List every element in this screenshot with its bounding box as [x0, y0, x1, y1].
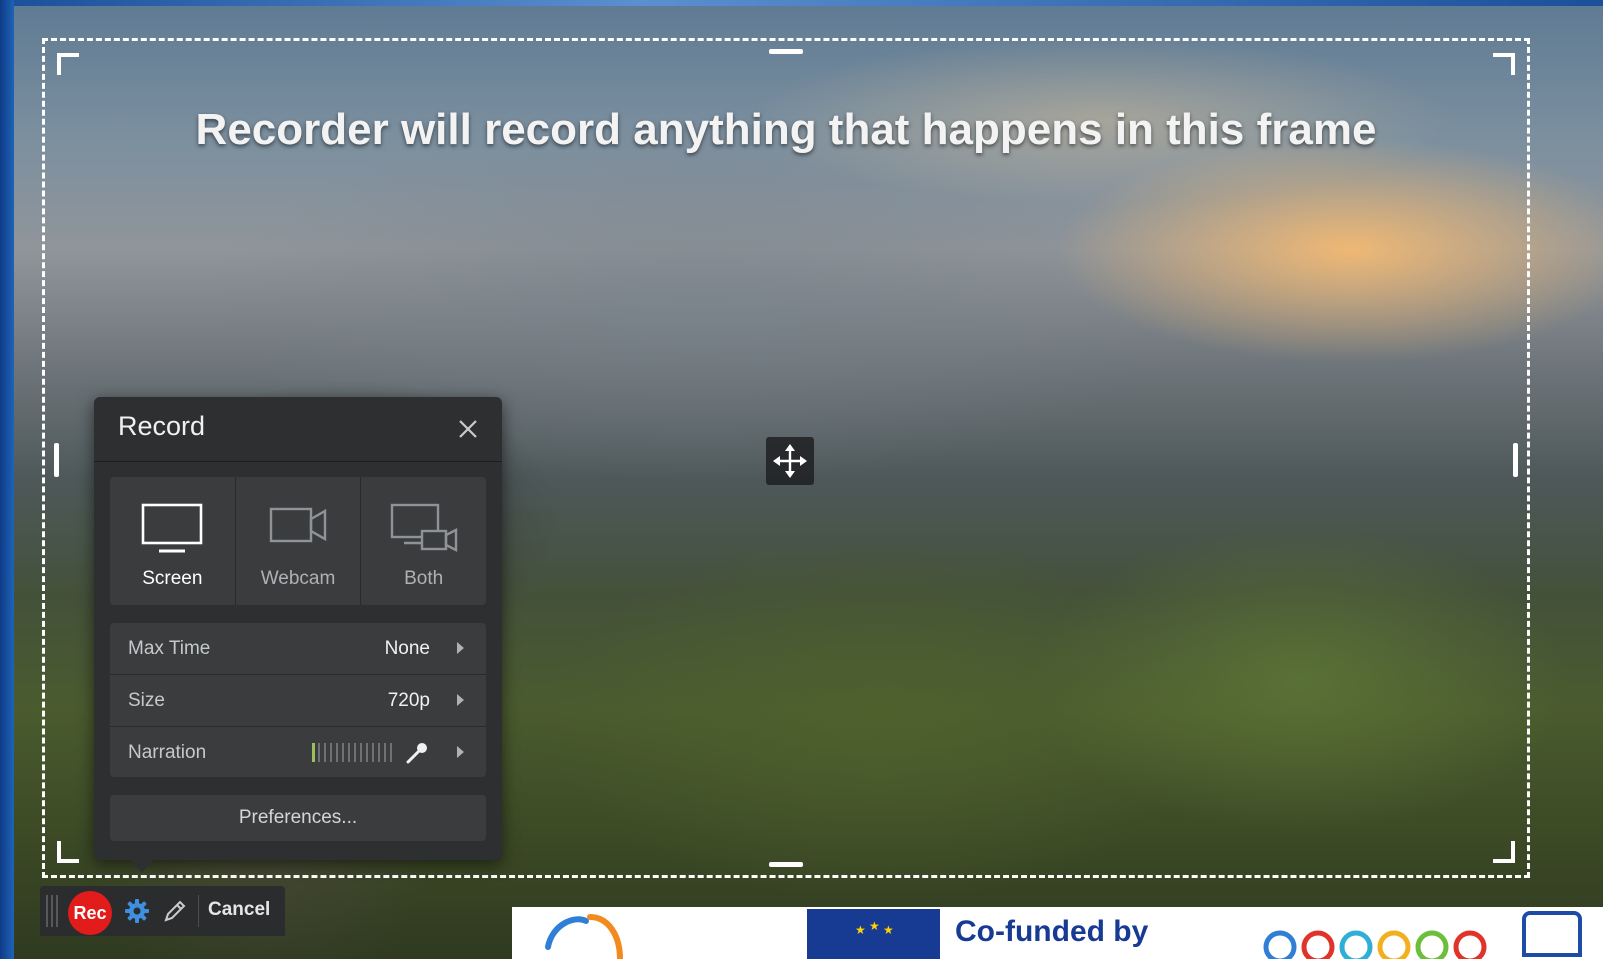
max-time-setting[interactable]: Max Time None: [110, 623, 486, 675]
move-frame-handle[interactable]: [766, 437, 814, 485]
eu-flag-icon: ★ ★ ★: [807, 909, 940, 959]
screen-webcam-icon: [390, 503, 457, 552]
audio-level-meter: [312, 743, 392, 762]
partner-logo-icon: [1263, 930, 1487, 959]
mode-webcam-button[interactable]: Webcam: [236, 477, 362, 605]
resize-handle-left[interactable]: [54, 443, 59, 477]
resize-handle-top-left[interactable]: [57, 53, 79, 75]
drag-grip-handle[interactable]: [46, 895, 60, 927]
mode-screen-label: Screen: [142, 568, 203, 589]
project-logo-icon: [545, 914, 623, 959]
narration-setting[interactable]: Narration: [110, 727, 486, 777]
resize-handle-top[interactable]: [769, 49, 803, 54]
move-arrows-icon: [773, 444, 807, 478]
cofunded-text: Co-funded by: [955, 915, 1149, 948]
recorder-toolbar: Rec Cancel: [40, 886, 285, 936]
resize-handle-top-right[interactable]: [1493, 53, 1515, 75]
preferences-button[interactable]: Preferences...: [110, 795, 486, 841]
record-panel-title: Record: [118, 411, 206, 441]
monitor-icon: [142, 503, 203, 553]
chevron-right-icon: [457, 642, 464, 654]
webcam-icon: [269, 507, 327, 543]
mode-both-button[interactable]: Both: [361, 477, 486, 605]
size-label: Size: [128, 690, 165, 711]
funding-banner: ★ ★ ★ Co-funded by: [512, 907, 1603, 959]
cancel-button[interactable]: Cancel: [208, 899, 270, 921]
resize-handle-bottom-left[interactable]: [57, 841, 79, 863]
microphone-icon: [406, 743, 427, 764]
size-setting[interactable]: Size 720p: [110, 675, 486, 727]
rec-button[interactable]: Rec: [68, 891, 112, 935]
capture-mode-selector: Screen Webcam Both: [110, 477, 486, 605]
max-time-label: Max Time: [128, 638, 211, 659]
size-value: 720p: [387, 690, 430, 711]
gear-icon[interactable]: [124, 898, 150, 924]
resize-handle-right[interactable]: [1513, 443, 1518, 477]
mode-webcam-label: Webcam: [260, 568, 336, 589]
chevron-right-icon: [457, 746, 464, 758]
close-icon[interactable]: [454, 415, 482, 443]
frame-instruction-text: Recorder will record anything that happe…: [195, 105, 1377, 154]
record-panel: Record Screen Webcam Both Max Time None …: [94, 397, 502, 872]
resize-handle-bottom[interactable]: [769, 862, 803, 867]
max-time-value: None: [384, 638, 430, 659]
desktop-top-edge: [0, 0, 1603, 6]
resize-handle-bottom-right[interactable]: [1493, 841, 1515, 863]
record-settings-list: Max Time None Size 720p Narration: [110, 623, 486, 777]
crest-logo-icon: [1522, 911, 1582, 957]
narration-label: Narration: [128, 742, 207, 763]
mode-screen-button[interactable]: Screen: [110, 477, 236, 605]
record-panel-header: Record: [94, 397, 502, 462]
desktop-left-edge: [0, 0, 14, 959]
mode-both-label: Both: [404, 568, 444, 589]
chevron-right-icon: [457, 694, 464, 706]
toolbar-divider: [198, 895, 199, 927]
pencil-icon[interactable]: [162, 898, 188, 924]
